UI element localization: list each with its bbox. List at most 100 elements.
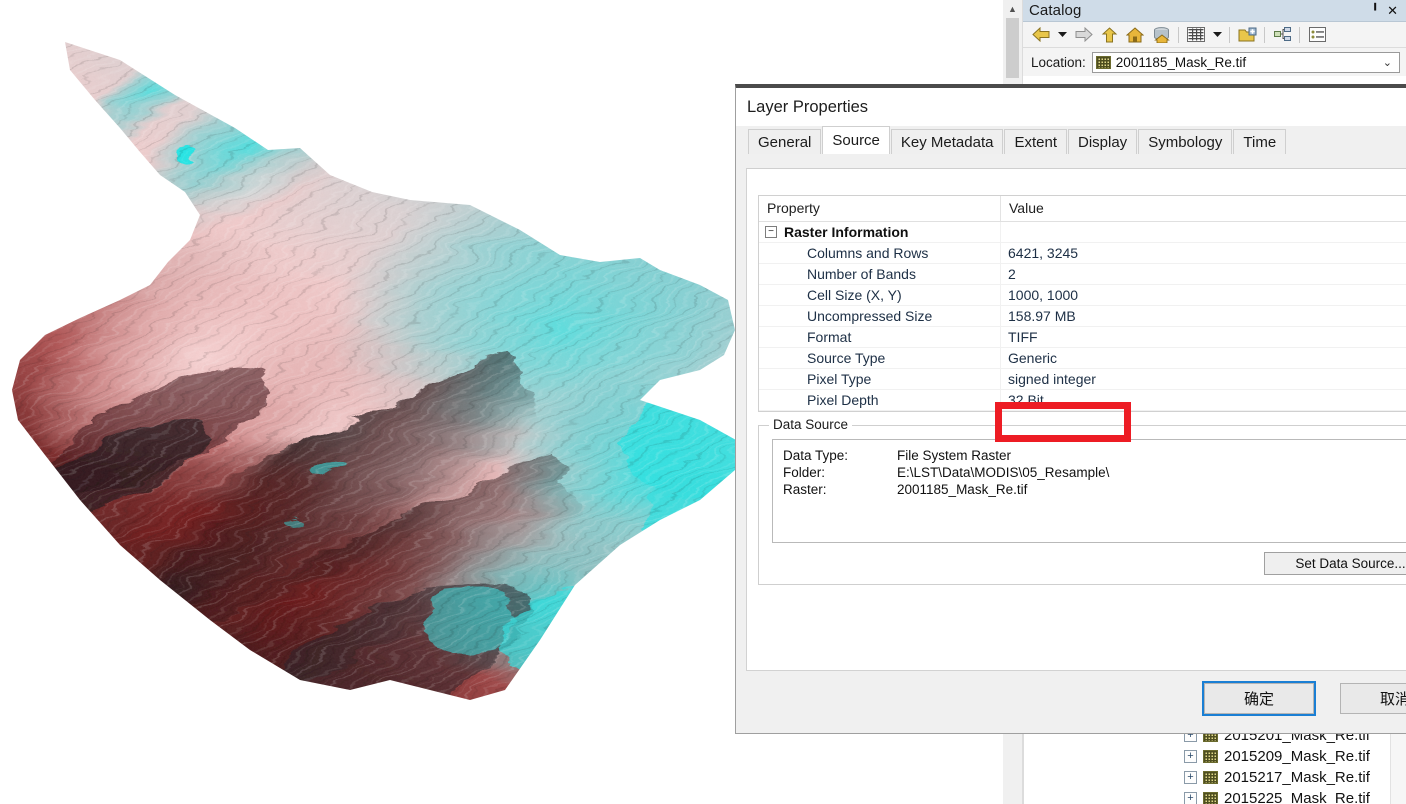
catalog-titlebar: Catalog ╹ ✕ [1023, 0, 1406, 22]
property-name: Pixel Type [759, 369, 1001, 389]
data-source-group: Data Source Data Type: File System Raste… [758, 417, 1406, 585]
data-source-line: Raster: 2001185_Mask_Re.tif [783, 481, 1406, 498]
column-header-property: Property [759, 196, 1001, 221]
data-source-legend: Data Source [769, 417, 853, 432]
tab-label: Display [1078, 133, 1128, 151]
location-value: 2001185_Mask_Re.tif [1115, 54, 1247, 70]
catalog-title: Catalog [1029, 2, 1082, 19]
close-icon[interactable]: ✕ [1383, 4, 1402, 17]
tab-general[interactable]: General [748, 129, 822, 154]
group-value-cell [1001, 222, 1406, 242]
data-source-info-box: Data Type: File System Raster Folder: E:… [772, 439, 1406, 543]
toolbar-separator-1 [1178, 26, 1179, 43]
ok-button[interactable]: 确定 [1202, 681, 1316, 716]
tab-time[interactable]: Time [1233, 129, 1287, 154]
contents-view-icon[interactable] [1184, 24, 1208, 46]
property-value: TIFF [1008, 329, 1038, 345]
catalog-toolbar [1023, 22, 1406, 48]
property-name: Cell Size (X, Y) [759, 285, 1001, 305]
property-value: Generic [1008, 350, 1058, 366]
tab-label: Key Metadata [900, 133, 994, 151]
tab-label: Source [832, 132, 880, 149]
list-item[interactable]: + 2015225_Mask_Re.tif [1024, 788, 1386, 804]
property-name: Uncompressed Size [759, 306, 1001, 326]
location-combobox[interactable]: 2001185_Mask_Re.tif ⌄ [1091, 51, 1400, 73]
table-row[interactable]: Uncompressed Size 158.97 MB [759, 306, 1406, 327]
data-source-line: Data Type: File System Raster [783, 447, 1406, 464]
data-type-value: File System Raster [897, 448, 1012, 463]
list-item-label: 2015209_Mask_Re.tif [1224, 748, 1370, 765]
property-value: 32 Bit [1008, 392, 1044, 408]
table-row[interactable]: Pixel Depth 32 Bit [759, 390, 1406, 411]
raster-value: 2001185_Mask_Re.tif [897, 482, 1028, 497]
item-description-icon[interactable] [1305, 24, 1329, 46]
property-value: signed integer [1008, 371, 1096, 387]
list-item-label: 2015217_Mask_Re.tif [1224, 769, 1370, 786]
connect-folder-icon[interactable] [1235, 24, 1259, 46]
default-geodatabase-icon[interactable] [1149, 24, 1173, 46]
tab-label: Symbology [1148, 133, 1223, 151]
tab-display[interactable]: Display [1068, 129, 1138, 154]
forward-icon[interactable] [1071, 24, 1095, 46]
list-item[interactable]: + 2015209_Mask_Re.tif [1024, 746, 1386, 767]
toolbar-separator-3 [1264, 26, 1265, 43]
back-dropdown-icon[interactable] [1055, 24, 1069, 46]
contents-view-dropdown-icon[interactable] [1210, 24, 1224, 46]
table-header-row: Property Value [759, 196, 1406, 222]
property-value: 1000, 1000 [1008, 287, 1079, 303]
raster-property-table[interactable]: Property Value − Raster Information Colu… [758, 195, 1406, 442]
table-row[interactable]: Number of Bands 2 [759, 264, 1406, 285]
dialog-titlebar: Layer Properties [736, 88, 1406, 126]
layer-properties-dialog: Layer Properties General Source Key Meta… [735, 84, 1406, 734]
toggle-tree-icon[interactable] [1270, 24, 1294, 46]
data-type-label: Data Type: [783, 448, 849, 463]
property-value: 2 [1008, 266, 1016, 282]
property-name: Format [759, 327, 1001, 347]
tab-key-metadata[interactable]: Key Metadata [890, 129, 1004, 154]
expand-icon[interactable]: + [1184, 750, 1197, 763]
dialog-tabstrip: General Source Key Metadata Extent Displ… [748, 126, 1406, 154]
set-data-source-button[interactable]: Set Data Source... [1264, 552, 1406, 575]
table-row[interactable]: Pixel Type signed integer [759, 369, 1406, 390]
toolbar-separator-2 [1229, 26, 1230, 43]
raster-dataset-icon [1203, 750, 1218, 763]
location-bar: Location: 2001185_Mask_Re.tif ⌄ [1023, 48, 1406, 76]
tab-label: Time [1243, 133, 1277, 151]
tab-label: General [758, 133, 812, 151]
back-icon[interactable] [1029, 24, 1053, 46]
property-name: Columns and Rows [759, 243, 1001, 263]
tab-source[interactable]: Source [822, 126, 890, 154]
dialog-footer: 确定 取消 [736, 671, 1406, 733]
table-row[interactable]: Columns and Rows 6421, 3245 [759, 243, 1406, 264]
chevron-down-icon[interactable]: ⌄ [1383, 56, 1397, 69]
tab-extent[interactable]: Extent [1004, 129, 1067, 154]
folder-value: E:\LST\Data\MODIS\05_Resample\ [897, 465, 1110, 480]
list-item[interactable]: + 2015217_Mask_Re.tif [1024, 767, 1386, 788]
property-name: Number of Bands [759, 264, 1001, 284]
property-value: 158.97 MB [1008, 308, 1076, 324]
pin-icon[interactable]: ╹ [1367, 4, 1383, 17]
list-item-label: 2015225_Mask_Re.tif [1224, 790, 1370, 804]
table-row[interactable]: Format TIFF [759, 327, 1406, 348]
expand-icon[interactable]: + [1184, 771, 1197, 784]
table-row[interactable]: Source Type Generic [759, 348, 1406, 369]
dialog-title: Layer Properties [747, 97, 869, 116]
home-icon[interactable] [1123, 24, 1147, 46]
table-row-group-raster-information[interactable]: − Raster Information [759, 222, 1406, 243]
table-row[interactable]: Cell Size (X, Y) 1000, 1000 [759, 285, 1406, 306]
app-window: ▲ Catalog ╹ ✕ Location: 2001185_Mask_Re.… [0, 0, 1406, 804]
scroll-up-arrow-icon[interactable]: ▲ [1003, 0, 1022, 18]
group-label: Raster Information [784, 224, 909, 240]
expand-icon[interactable]: + [1184, 792, 1197, 804]
tab-symbology[interactable]: Symbology [1138, 129, 1233, 154]
raster-label: Raster: [783, 482, 827, 497]
group-label-cell: − Raster Information [759, 222, 1001, 242]
up-one-level-icon[interactable] [1097, 24, 1121, 46]
collapse-icon[interactable]: − [765, 226, 777, 238]
cancel-button[interactable]: 取消 [1340, 683, 1406, 714]
toolbar-separator-4 [1299, 26, 1300, 43]
property-name: Source Type [759, 348, 1001, 368]
property-name: Pixel Depth [759, 390, 1001, 410]
source-tab-panel: Property Value − Raster Information Colu… [746, 168, 1406, 671]
scrollbar-thumb[interactable] [1006, 18, 1019, 78]
